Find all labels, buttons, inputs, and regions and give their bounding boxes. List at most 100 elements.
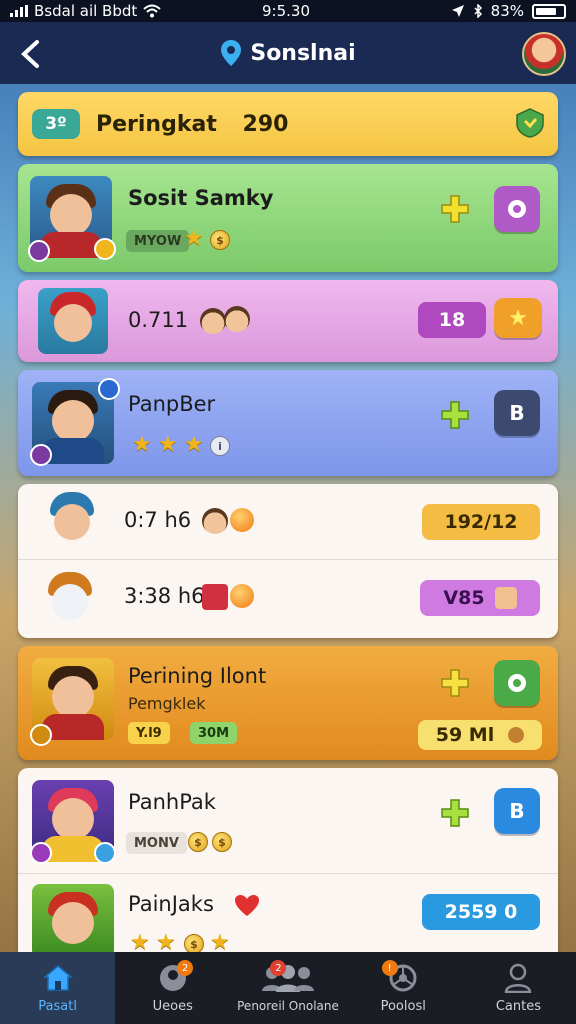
b-button[interactable]: B bbox=[494, 390, 540, 436]
player-portrait bbox=[42, 490, 104, 552]
coin-icon: $ bbox=[212, 832, 232, 852]
star-icon: ★ bbox=[184, 226, 204, 251]
notification-dot: ! bbox=[381, 960, 398, 976]
nav-users[interactable]: 2 Ueoes bbox=[115, 952, 230, 1024]
status-left: Bsdal ail Bbdt bbox=[10, 2, 161, 20]
orange-orb-icon bbox=[230, 584, 254, 608]
star-icon: ★ bbox=[158, 432, 178, 457]
coin-icon: $ bbox=[184, 934, 204, 954]
star-button[interactable]: ★ bbox=[494, 298, 542, 338]
plus-icon[interactable] bbox=[440, 400, 470, 430]
player-name: PanhPak bbox=[128, 790, 216, 814]
star-icon: ★ bbox=[130, 930, 150, 955]
nav-pool[interactable]: ! Poolosl bbox=[346, 952, 461, 1024]
player-card-group-2: PanhPak MONV $ $ B PainJaks ★ ★ $ ★ 2559… bbox=[18, 768, 558, 958]
b-icon: B bbox=[509, 401, 525, 425]
player-time: 0:7 h6 bbox=[124, 508, 192, 532]
player-score: 0.711 bbox=[128, 308, 189, 332]
status-right: 83% bbox=[451, 2, 566, 20]
clock-icon bbox=[508, 727, 525, 743]
level-badge-icon bbox=[30, 724, 52, 746]
header-title-group: Sonslnai bbox=[220, 39, 356, 67]
status-bar: Bsdal ail Bbdt 9:5.30 83% bbox=[0, 0, 576, 22]
plus-icon[interactable] bbox=[440, 194, 470, 224]
notification-dot: 2 bbox=[177, 960, 194, 976]
back-button[interactable] bbox=[10, 34, 50, 74]
bluetooth-icon bbox=[474, 4, 482, 18]
level-badge-icon bbox=[28, 240, 50, 262]
face-icon bbox=[224, 306, 250, 332]
b-icon: B bbox=[509, 799, 525, 823]
star-badge-icon bbox=[94, 238, 116, 260]
player-row-8[interactable]: PainJaks ★ ★ $ ★ 2559 0 bbox=[18, 874, 558, 958]
battery-icon bbox=[532, 3, 566, 19]
star-icon: ★ bbox=[210, 930, 230, 955]
rank-value: 290 bbox=[242, 111, 289, 137]
b-button[interactable]: B bbox=[494, 788, 540, 834]
settings-button[interactable] bbox=[494, 660, 540, 706]
location-arrow-icon bbox=[451, 5, 464, 17]
nav-label: Penoreil Onolane bbox=[237, 999, 339, 1013]
plus-icon[interactable] bbox=[440, 798, 470, 828]
player-name: PanpBer bbox=[128, 392, 216, 416]
player-card-1[interactable]: Sosit Samky MYOW ★ $ bbox=[18, 164, 558, 272]
star-icon: ★ bbox=[156, 930, 176, 955]
profile-avatar[interactable] bbox=[522, 32, 566, 76]
player-time: 3:38 h6 bbox=[124, 584, 205, 608]
star-icon: ★ bbox=[184, 432, 204, 457]
player-card-2[interactable]: 0.711 18 ★ bbox=[18, 280, 558, 362]
nav-label: Pasatl bbox=[38, 998, 77, 1014]
home-icon bbox=[42, 964, 73, 991]
nav-label: Poolosl bbox=[380, 998, 426, 1014]
player-row-7[interactable]: PanhPak MONV $ $ B bbox=[18, 768, 558, 874]
player-card-group: 0:7 h6 192/12 3:38 h6 V85 bbox=[18, 484, 558, 638]
player-card-3[interactable]: PanpBer ★ ★ ★ i B bbox=[18, 370, 558, 476]
score-pill: 18 bbox=[418, 302, 486, 338]
wifi-icon bbox=[143, 4, 161, 18]
nav-label: Ueoes bbox=[152, 998, 193, 1014]
player-row-5[interactable]: 3:38 h6 V85 bbox=[18, 560, 558, 638]
coin-icon: $ bbox=[210, 230, 230, 250]
chevron-left-icon bbox=[21, 40, 39, 68]
nav-group[interactable]: 2 Penoreil Onolane bbox=[230, 952, 345, 1024]
player-tag: MONV bbox=[126, 832, 187, 854]
star-icon: ★ bbox=[508, 305, 528, 331]
plus-icon[interactable] bbox=[440, 668, 470, 698]
gear-button[interactable] bbox=[494, 186, 540, 232]
player-subtitle: Pemgklek bbox=[128, 694, 206, 713]
star-badge-icon bbox=[94, 842, 116, 864]
rank-badge: 3º bbox=[32, 109, 80, 139]
user-icon bbox=[505, 963, 532, 993]
star-icon: ★ bbox=[132, 432, 152, 457]
avatar-mini-icon bbox=[494, 587, 517, 609]
status-time: 9:5.30 bbox=[262, 2, 310, 20]
player-row-4[interactable]: 0:7 h6 192/12 bbox=[18, 484, 558, 560]
score-pill: V85 bbox=[420, 580, 540, 616]
app-header: Sonslnai bbox=[0, 22, 576, 84]
score-pill: 59 Ml bbox=[418, 720, 542, 750]
card-icon bbox=[202, 584, 228, 610]
nav-label: Cantes bbox=[495, 998, 541, 1014]
level-badge-icon bbox=[30, 444, 52, 466]
rank-label-group: Peringkat 290 bbox=[96, 112, 288, 137]
score-pill: 192/12 bbox=[422, 504, 540, 540]
score-pill: 2559 0 bbox=[422, 894, 540, 930]
rank-label: Peringkat bbox=[96, 111, 217, 137]
shield-icon[interactable] bbox=[516, 108, 544, 138]
carrier-label: Bsdal ail Bbdt bbox=[34, 2, 138, 20]
score-pill-text: 59 Ml bbox=[435, 724, 495, 746]
nav-profile[interactable]: Cantes bbox=[461, 952, 576, 1024]
nav-home[interactable]: Pasatl bbox=[0, 952, 116, 1024]
player-tag: MYOW bbox=[126, 230, 190, 252]
info-icon: i bbox=[210, 436, 230, 456]
gear-icon bbox=[508, 200, 526, 218]
rank-banner: 3º Peringkat 290 bbox=[18, 92, 558, 156]
player-portrait bbox=[32, 884, 114, 958]
signal-icon bbox=[10, 5, 28, 17]
map-pin-icon bbox=[221, 40, 242, 66]
player-tag: Y.l9 bbox=[128, 722, 170, 744]
gear-icon bbox=[508, 674, 526, 692]
player-name: Sosit Samky bbox=[128, 186, 274, 210]
player-card-6[interactable]: Perining Ilont Pemgklek Y.l9 30M 59 Ml bbox=[18, 646, 558, 760]
player-tag: 30M bbox=[190, 722, 238, 744]
